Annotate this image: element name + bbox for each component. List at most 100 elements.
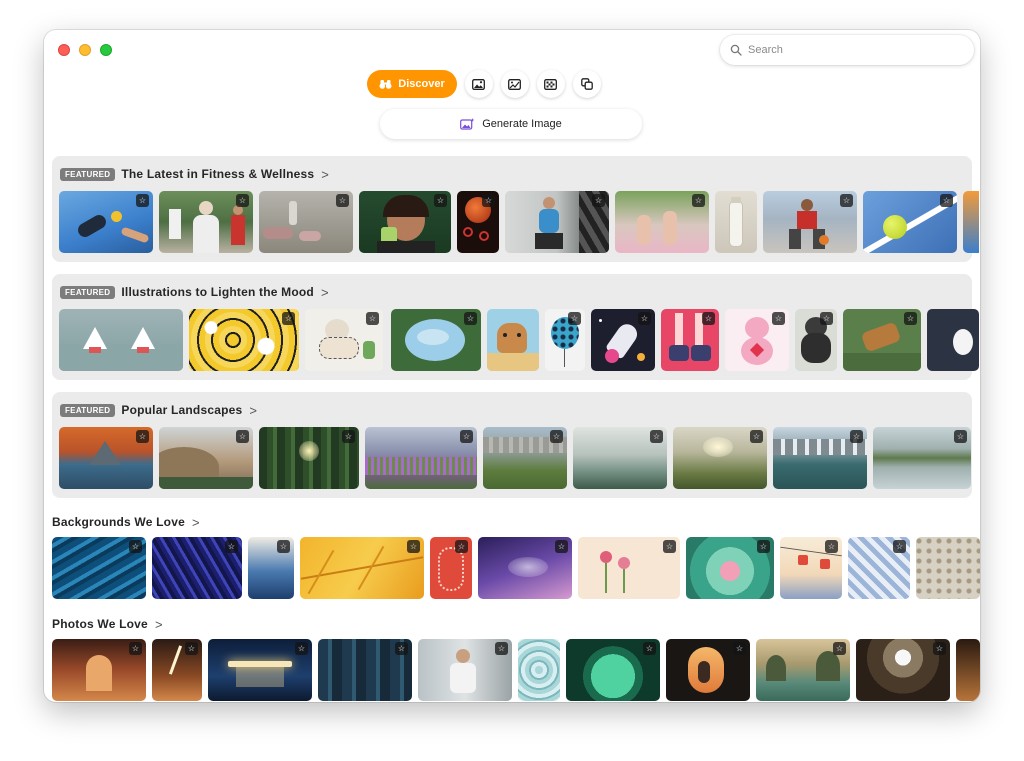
thumbnail-cable-car[interactable]: ☆ [780,537,842,599]
thumbnail-reflection-lake[interactable]: ☆ [873,427,971,489]
favorite-icon[interactable]: ☆ [840,194,853,207]
favorite-icon[interactable]: ☆ [825,540,838,553]
thumbnail-treadmill-runner[interactable]: ☆ [505,191,609,253]
favorite-icon[interactable]: ☆ [277,540,290,553]
favorite-icon[interactable]: ☆ [460,430,473,443]
thumbnail-rice-terraces[interactable]: ☆ [52,537,146,599]
favorite-icon[interactable]: ☆ [757,540,770,553]
thumbnail-sneakers[interactable]: ☆ [661,309,719,371]
thumbnail-camel[interactable] [487,309,539,371]
favorite-icon[interactable]: ☆ [733,642,746,655]
favorite-icon[interactable]: ☆ [482,194,495,207]
favorite-icon[interactable]: ☆ [236,194,249,207]
section-header[interactable]: FEATURED Popular Landscapes > [60,402,257,418]
favorite-icon[interactable]: ☆ [129,642,142,655]
favorite-icon[interactable]: ☆ [850,430,863,443]
thumbnail-partial[interactable] [963,191,979,253]
favorite-icon[interactable]: ☆ [940,194,953,207]
thumbnail-green-petri[interactable]: ☆ [566,639,660,701]
favorite-icon[interactable]: ☆ [295,642,308,655]
thumbnail-teddy-bear[interactable]: ☆ [725,309,789,371]
thumbnail-partial[interactable] [956,639,980,701]
favorite-icon[interactable]: ☆ [185,642,198,655]
favorite-icon[interactable]: ☆ [820,312,833,325]
thumbnail-seniors-workout[interactable]: ☆ [159,191,253,253]
thumbnail-skyscrapers[interactable]: ☆ [318,639,412,701]
thumbnail-smiling-woman[interactable]: ☆ [359,191,451,253]
favorite-icon[interactable]: ☆ [495,642,508,655]
thumbnail-plaid[interactable]: ☆ [848,537,910,599]
favorite-icon[interactable]: ☆ [833,642,846,655]
thumbnail-rocket[interactable]: ☆ [591,309,655,371]
thumbnail-alpine-lake[interactable]: ☆ [773,427,867,489]
favorite-icon[interactable]: ☆ [434,194,447,207]
favorite-icon[interactable]: ☆ [129,540,142,553]
thumbnail-red-rock-arch[interactable]: ☆ [52,639,146,701]
tab-patterns[interactable] [536,70,565,98]
favorite-icon[interactable]: ☆ [643,642,656,655]
thumbnail-spotted-dog[interactable]: ☆ [305,309,383,371]
favorite-icon[interactable]: ☆ [282,312,295,325]
favorite-icon[interactable]: ☆ [555,540,568,553]
favorite-icon[interactable]: ☆ [692,194,705,207]
favorite-icon[interactable]: ☆ [893,540,906,553]
favorite-icon[interactable]: ☆ [592,194,605,207]
section-header[interactable]: FEATURED Illustrations to Lighten the Mo… [60,284,329,300]
thumbnail-gorilla[interactable]: ☆ [795,309,837,371]
favorite-icon[interactable]: ☆ [342,430,355,443]
thumbnail-pickleball[interactable]: ☆ [59,191,153,253]
thumbnail-gas-station[interactable]: ☆ [208,639,312,701]
thumbnail-car-jungle[interactable]: ☆ [843,309,921,371]
thumbnail-blue-wave[interactable]: ☆ [248,537,294,599]
thumbnail-water-bottle[interactable] [715,191,757,253]
search-bar[interactable] [720,35,974,65]
thumbnail-speckled[interactable] [916,537,980,599]
favorite-icon[interactable]: ☆ [464,312,477,325]
favorite-icon[interactable]: ☆ [455,540,468,553]
favorite-icon[interactable]: ☆ [702,312,715,325]
favorite-icon[interactable]: ☆ [933,642,946,655]
thumbnail-yellow-leaf[interactable]: ☆ [300,537,424,599]
tab-collections[interactable] [572,70,601,98]
minimize-window-button[interactable] [79,44,91,56]
section-header[interactable]: FEATURED The Latest in Fitness & Wellnes… [60,166,329,182]
thumbnail-misty-hills[interactable]: ☆ [573,427,667,489]
thumbnail-autumn-lake[interactable]: ☆ [59,427,153,489]
thumbnail-tennis-ball[interactable]: ☆ [863,191,957,253]
thumbnail-blue-weave[interactable]: ☆ [152,537,242,599]
tab-edit[interactable] [500,70,529,98]
search-input[interactable] [748,44,948,56]
thumbnail-balloon[interactable]: ☆ [545,309,585,371]
thumbnail-lightning[interactable]: ☆ [152,639,202,701]
favorite-icon[interactable]: ☆ [366,312,379,325]
thumbnail-spiral-stairs[interactable] [518,639,560,701]
generate-image-button[interactable]: Generate Image [380,109,642,139]
thumbnail-partial[interactable] [927,309,979,371]
favorite-icon[interactable]: ☆ [904,312,917,325]
thumbnail-succulent[interactable]: ☆ [686,537,774,599]
favorite-icon[interactable]: ☆ [225,540,238,553]
thumbnail-lupine-field[interactable]: ☆ [365,427,477,489]
section-header[interactable]: Photos We Love > [52,616,163,632]
tab-discover[interactable]: Discover [367,70,457,98]
thumbnail-dolomites[interactable]: ☆ [483,427,567,489]
thumbnail-galaxy[interactable]: ☆ [478,537,572,599]
thumbnail-swimmers[interactable] [59,309,183,371]
thumbnail-dome-interior[interactable]: ☆ [856,639,950,701]
thumbnail-yoga-mat[interactable]: ☆ [259,191,353,253]
thumbnail-yoga-feet[interactable]: ☆ [615,191,709,253]
section-header[interactable]: Backgrounds We Love > [52,514,200,530]
favorite-icon[interactable]: ☆ [395,642,408,655]
thumbnail-yellow-swirls[interactable]: ☆ [189,309,299,371]
favorite-icon[interactable]: ☆ [407,540,420,553]
favorite-icon[interactable]: ☆ [336,194,349,207]
favorite-icon[interactable]: ☆ [136,194,149,207]
maximize-window-button[interactable] [100,44,112,56]
favorite-icon[interactable]: ☆ [650,430,663,443]
thumbnail-red-chain[interactable]: ☆ [430,537,472,599]
thumbnail-meadow-haze[interactable]: ☆ [673,427,767,489]
thumbnail-airplane-window[interactable]: ☆ [666,639,750,701]
close-window-button[interactable] [58,44,70,56]
favorite-icon[interactable]: ☆ [568,312,581,325]
favorite-icon[interactable]: ☆ [638,312,651,325]
